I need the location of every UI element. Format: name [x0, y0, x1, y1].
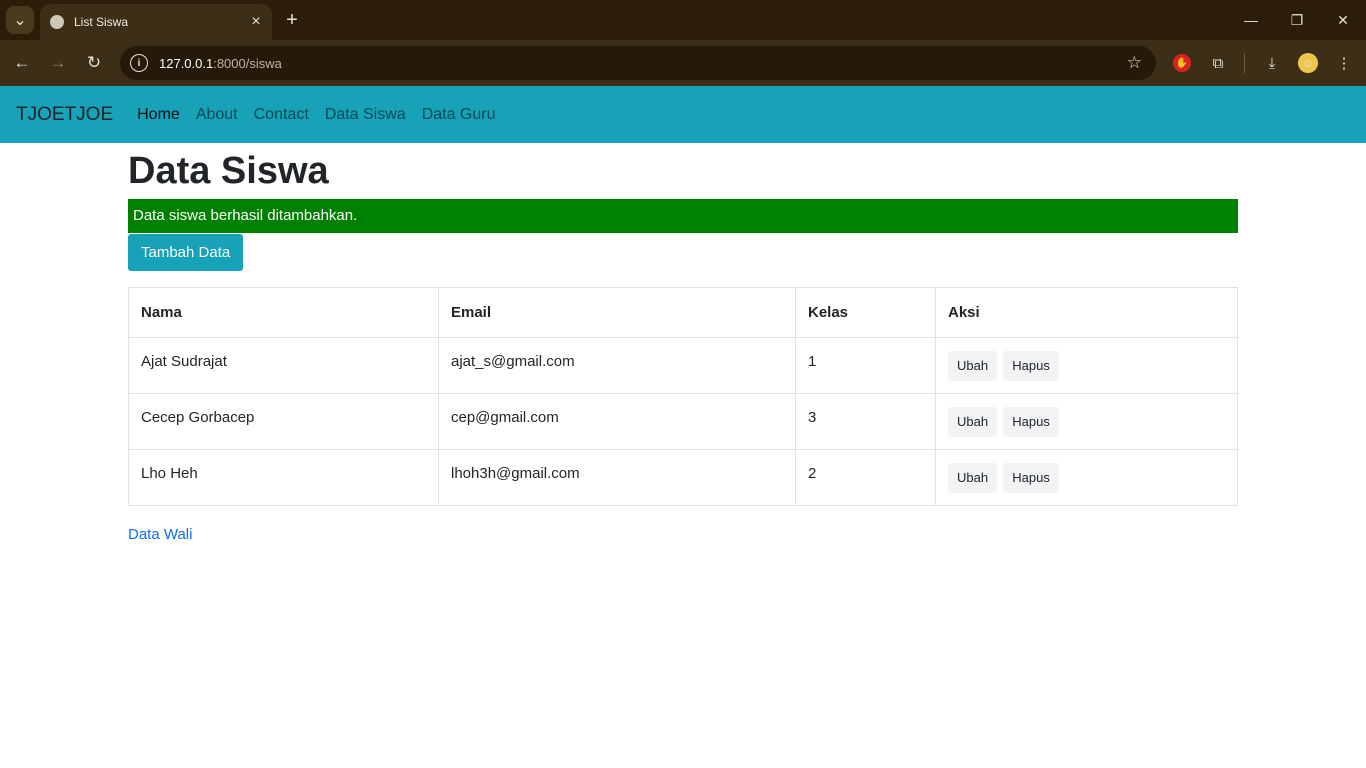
cell-kelas: 1	[795, 337, 936, 394]
edit-button[interactable]: Ubah	[948, 407, 998, 437]
address-bar[interactable]: i 127.0.0.1:8000/siswa ☆	[120, 46, 1156, 80]
new-tab-button[interactable]: +	[280, 8, 304, 32]
minimize-button[interactable]: —	[1228, 0, 1274, 40]
toolbar-divider	[1244, 53, 1245, 73]
header-nama: Nama	[128, 287, 439, 338]
delete-button[interactable]: Hapus	[1003, 463, 1059, 493]
globe-icon	[50, 15, 64, 29]
browser-toolbar: ← → ↻ i 127.0.0.1:8000/siswa ☆ ✋ ⧉ ⤓ ☺ ⋮	[0, 40, 1366, 86]
cell-aksi: Ubah Hapus	[935, 449, 1238, 506]
window-close-button[interactable]: ✕	[1320, 0, 1366, 40]
nav-contact[interactable]: Contact	[254, 106, 309, 124]
url-host: 127.0.0.1	[159, 55, 214, 71]
cell-aksi: Ubah Hapus	[935, 393, 1238, 450]
nav-data-siswa[interactable]: Data Siswa	[325, 106, 406, 124]
table-row: Lho Heh lhoh3h@gmail.com 2 Ubah Hapus	[128, 449, 1238, 506]
add-data-button[interactable]: Tambah Data	[128, 234, 244, 271]
data-wali-link[interactable]: Data Wali	[128, 526, 192, 543]
table-row: Cecep Gorbacep cep@gmail.com 3 Ubah Hapu…	[128, 393, 1238, 450]
menu-icon[interactable]: ⋮	[1333, 52, 1355, 74]
browser-tabstrip: ⌄ List Siswa × + — ❐ ✕	[0, 0, 1366, 40]
tab-search-icon[interactable]: ⌄	[6, 6, 34, 34]
cell-email: ajat_s@gmail.com	[438, 337, 796, 394]
cell-aksi: Ubah Hapus	[935, 337, 1238, 394]
download-icon[interactable]: ⤓	[1261, 52, 1283, 74]
tab-close-icon[interactable]: ×	[246, 12, 266, 32]
star-icon[interactable]: ☆	[1127, 53, 1142, 73]
header-aksi: Aksi	[935, 287, 1238, 338]
info-icon[interactable]: i	[130, 54, 148, 72]
tab-title: List Siswa	[74, 15, 129, 29]
students-table: Nama Email Kelas Aksi Ajat Sudrajat ajat…	[128, 287, 1238, 506]
cell-nama: Cecep Gorbacep	[128, 393, 439, 450]
header-email: Email	[438, 287, 796, 338]
browser-tab[interactable]: List Siswa ×	[40, 4, 272, 40]
cell-nama: Lho Heh	[128, 449, 439, 506]
url-path: :8000/siswa	[213, 55, 282, 71]
back-icon[interactable]: ←	[8, 49, 36, 77]
extension-icon[interactable]: ⧉	[1207, 52, 1229, 74]
cell-kelas: 3	[795, 393, 936, 450]
cell-email: cep@gmail.com	[438, 393, 796, 450]
brand-link[interactable]: TJOETJOE	[16, 104, 113, 126]
reload-icon[interactable]: ↻	[80, 49, 108, 77]
delete-button[interactable]: Hapus	[1003, 351, 1059, 381]
edit-button[interactable]: Ubah	[948, 351, 998, 381]
table-row: Ajat Sudrajat ajat_s@gmail.com 1 Ubah Ha…	[128, 337, 1238, 394]
site-navbar: TJOETJOE Home About Contact Data Siswa D…	[0, 86, 1366, 143]
page-title: Data Siswa	[128, 150, 329, 192]
nav-data-guru[interactable]: Data Guru	[422, 106, 496, 124]
nav-home[interactable]: Home	[137, 106, 180, 124]
nav-about[interactable]: About	[196, 106, 238, 124]
main-content: Data Siswa Data siswa berhasil ditambahk…	[128, 143, 1238, 544]
cell-kelas: 2	[795, 449, 936, 506]
extension-shield-icon[interactable]: ✋	[1173, 54, 1191, 72]
forward-icon[interactable]: →	[44, 49, 72, 77]
delete-button[interactable]: Hapus	[1003, 407, 1059, 437]
success-alert: Data siswa berhasil ditambahkan.	[128, 199, 1238, 233]
cell-email: lhoh3h@gmail.com	[438, 449, 796, 506]
edit-button[interactable]: Ubah	[948, 463, 998, 493]
cell-nama: Ajat Sudrajat	[128, 337, 439, 394]
table-header-row: Nama Email Kelas Aksi	[128, 287, 1238, 338]
restore-button[interactable]: ❐	[1274, 0, 1320, 40]
profile-avatar[interactable]: ☺	[1298, 53, 1318, 73]
header-kelas: Kelas	[795, 287, 936, 338]
